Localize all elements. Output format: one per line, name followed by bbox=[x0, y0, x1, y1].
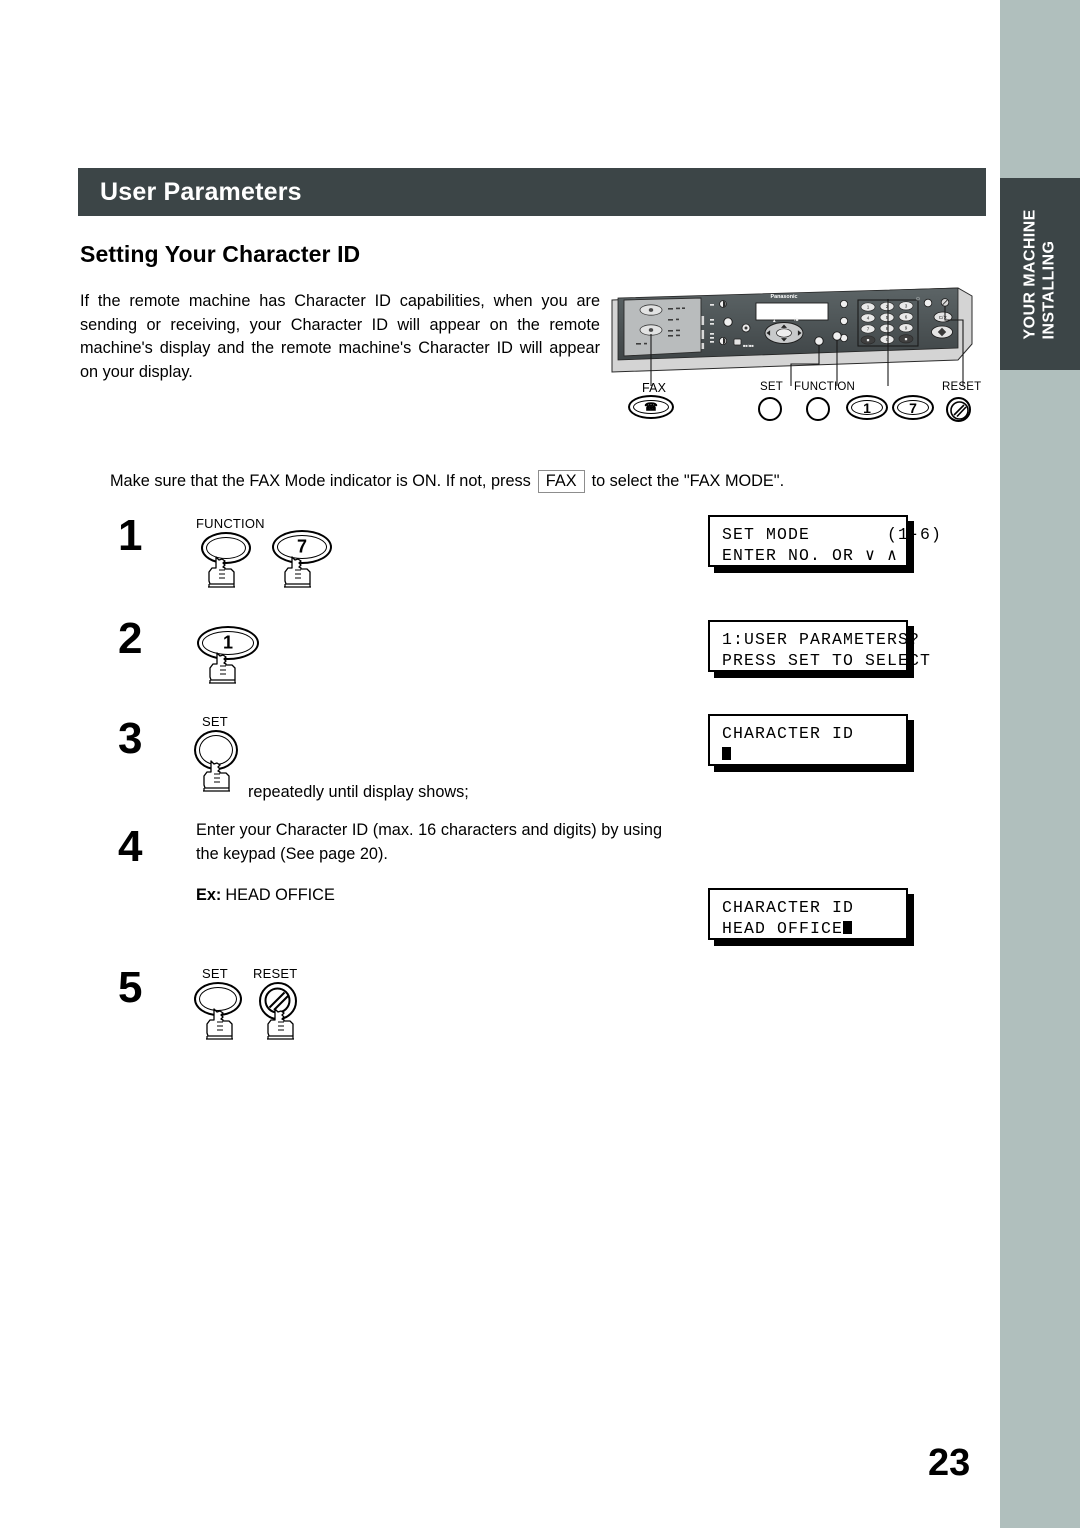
svg-text:7: 7 bbox=[867, 327, 870, 332]
section-heading: Setting Your Character ID bbox=[80, 241, 361, 267]
svg-text:C/✕: C/✕ bbox=[939, 315, 948, 320]
lcd-2-line-1: 1:USER PARAMETERS? bbox=[722, 630, 921, 649]
step1-hand-pointer-1 bbox=[208, 556, 235, 588]
fax-mode-instruction-after: to select the "FAX MODE". bbox=[591, 472, 785, 490]
callout-label-function: FUNCTION bbox=[794, 381, 856, 393]
step1-key-7-digit: 7 bbox=[296, 536, 307, 557]
lcd-4-line-2: HEAD OFFICE bbox=[722, 918, 896, 939]
lcd-4-line-2-text: HEAD OFFICE bbox=[722, 919, 844, 938]
callout-digit-1: 1 bbox=[863, 399, 871, 416]
svg-text:■: ■ bbox=[867, 338, 870, 343]
svg-text:/■: /■ bbox=[794, 317, 798, 323]
callout-button-7[interactable]: 7 bbox=[892, 395, 934, 420]
callout-digit-7: 7 bbox=[909, 399, 917, 416]
step3-set-label: SET bbox=[202, 714, 228, 729]
step-number-3: 3 bbox=[118, 714, 143, 763]
lcd-4-cursor bbox=[843, 921, 853, 934]
step5-reset-label: RESET bbox=[253, 966, 298, 981]
step2-key-1-digit: 1 bbox=[222, 632, 233, 653]
lcd-screen-1: SET MODE (1-6) ENTER NO. OR ∨ ∧ bbox=[708, 515, 943, 567]
step3-hand-pointer bbox=[203, 760, 230, 792]
callout-button-fax[interactable]: ☎ bbox=[628, 395, 674, 419]
svg-text:■■/■■: ■■/■■ bbox=[743, 343, 754, 348]
callout-label-set: SET bbox=[760, 381, 783, 393]
svg-text:6: 6 bbox=[905, 314, 908, 319]
svg-text:4: 4 bbox=[867, 316, 870, 321]
step4-text: Enter your Character ID (max. 16 charact… bbox=[196, 821, 662, 863]
svg-text:1: 1 bbox=[867, 305, 870, 310]
fax-mode-instruction-before: Make sure that the FAX Mode indicator is… bbox=[110, 472, 531, 490]
step1-hand-pointer-2 bbox=[284, 556, 311, 588]
reset-slash-icon bbox=[950, 401, 969, 420]
svg-text:■: ■ bbox=[905, 336, 908, 341]
svg-text:9: 9 bbox=[905, 325, 908, 330]
step-number-5: 5 bbox=[118, 963, 143, 1012]
step5-hand-pointer-1 bbox=[206, 1008, 233, 1040]
fax-mode-instruction: Make sure that the FAX Mode indicator is… bbox=[110, 470, 784, 493]
callout-button-function[interactable] bbox=[806, 397, 830, 421]
page-number: 23 bbox=[928, 1442, 971, 1484]
side-tab-installing-your-machine: INSTALLING YOUR MACHINE bbox=[1000, 178, 1080, 370]
step5-set-label: SET bbox=[202, 966, 228, 981]
callout-button-1[interactable]: 1 bbox=[846, 395, 888, 420]
side-tab-line-2: YOUR MACHINE bbox=[1021, 208, 1039, 340]
intro-paragraph: If the remote machine has Character ID c… bbox=[80, 292, 600, 381]
step3-text: repeatedly until display shows; bbox=[248, 783, 469, 801]
machine-brand-label: Panasonic bbox=[771, 294, 798, 300]
callout-button-set[interactable] bbox=[758, 397, 782, 421]
step1-function-label: FUNCTION bbox=[196, 516, 265, 531]
step4-example: Ex: HEAD OFFICE bbox=[196, 884, 335, 908]
lcd-3-line-1: CHARACTER ID bbox=[722, 724, 855, 743]
callout-button-reset[interactable] bbox=[946, 397, 971, 422]
lcd-screen-2: 1:USER PARAMETERS? PRESS SET TO SELECT bbox=[708, 620, 932, 672]
step5-hand-pointer-2 bbox=[267, 1008, 294, 1040]
lcd-3-line-2 bbox=[722, 744, 896, 765]
lcd-1-line-2: ENTER NO. OR ∨ ∧ bbox=[722, 546, 899, 565]
page-title: User Parameters bbox=[100, 177, 302, 206]
svg-text:▲: ▲ bbox=[772, 318, 777, 323]
step4-example-value: HEAD OFFICE bbox=[225, 886, 335, 904]
lcd-screen-3: CHARACTER ID bbox=[708, 714, 908, 766]
svg-text:3: 3 bbox=[905, 303, 908, 308]
step4-example-label: Ex: bbox=[196, 886, 222, 904]
callout-label-fax: FAX bbox=[642, 381, 667, 395]
lcd-3-cursor bbox=[722, 747, 731, 760]
section-header-bar: User Parameters bbox=[78, 168, 986, 216]
callout-label-reset: RESET bbox=[942, 381, 982, 393]
lcd-4-line-1: CHARACTER ID bbox=[722, 898, 855, 917]
lcd-screen-4: CHARACTER ID HEAD OFFICE bbox=[708, 888, 908, 940]
lcd-1-line-1: SET MODE (1-6) bbox=[722, 525, 943, 544]
step-number-2: 2 bbox=[118, 614, 143, 663]
fax-machine-illustration: Panasonic ▲ /■ ■■/■■ 1 2 3 4 5 6 7 8 9 0… bbox=[606, 286, 981, 426]
lcd-2-line-2: PRESS SET TO SELECT bbox=[722, 651, 932, 670]
machine-callout-row: FAX ☎ SET FUNCTION 1 7 RESET bbox=[606, 381, 981, 426]
inline-fax-key[interactable]: FAX bbox=[537, 470, 585, 493]
step2-hand-pointer bbox=[209, 652, 236, 684]
step-number-1: 1 bbox=[118, 511, 143, 560]
side-tab-line-1: INSTALLING bbox=[1040, 240, 1058, 340]
step-number-4: 4 bbox=[118, 822, 143, 871]
